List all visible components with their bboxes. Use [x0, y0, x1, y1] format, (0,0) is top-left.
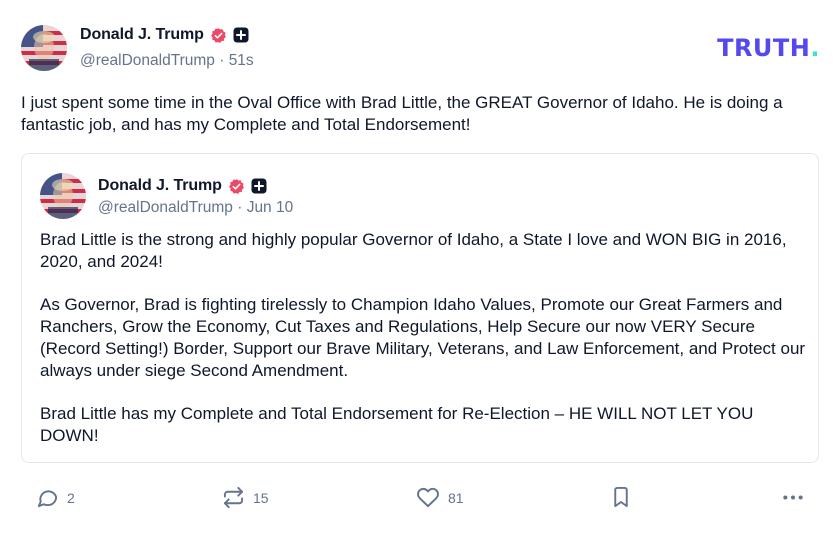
bookmark-icon — [611, 486, 631, 509]
heart-icon — [416, 486, 440, 509]
quoted-post-card[interactable]: Donald J. Trump @realDonaldTrump · Jun 1… — [21, 153, 819, 463]
logo-text: TRUTH — [717, 34, 811, 62]
author-handle-row: @realDonaldTrump · 51s — [80, 52, 254, 70]
author-handle[interactable]: @realDonaldTrump — [80, 52, 215, 69]
plus-badge-icon — [251, 178, 267, 194]
plus-badge-icon — [233, 27, 249, 43]
post-timestamp[interactable]: 51s — [229, 52, 254, 69]
separator-dot: · — [219, 52, 229, 69]
repost-button[interactable]: 15 — [222, 486, 269, 509]
author-name-row: Donald J. Trump — [80, 25, 249, 45]
reply-count: 2 — [67, 489, 75, 506]
reply-button[interactable]: 2 — [36, 486, 75, 509]
quoted-paragraph: Brad Little is the strong and highly pop… — [40, 230, 787, 271]
post-body: I just spent some time in the Oval Offic… — [21, 93, 783, 134]
logo-dot: . — [810, 34, 820, 62]
more-options-button[interactable] — [781, 486, 805, 509]
quoted-author-name[interactable]: Donald J. Trump — [98, 177, 222, 195]
verified-badge-icon — [228, 178, 245, 195]
like-button[interactable]: 81 — [416, 486, 464, 509]
quoted-avatar[interactable] — [40, 173, 86, 219]
quoted-author-handle[interactable]: @realDonaldTrump — [98, 199, 233, 216]
repost-count: 15 — [253, 489, 269, 506]
author-name[interactable]: Donald J. Trump — [80, 26, 204, 44]
separator-dot: · — [237, 199, 247, 216]
quoted-author-name-row: Donald J. Trump — [98, 176, 267, 196]
like-count: 81 — [448, 489, 464, 506]
post-action-bar: 2 15 81 — [0, 484, 840, 512]
quoted-post-body: Brad Little is the strong and highly pop… — [40, 229, 810, 447]
bookmark-button[interactable] — [611, 486, 631, 509]
truth-social-logo[interactable]: TRUTH. — [717, 34, 820, 62]
quoted-paragraph: Brad Little has my Complete and Total En… — [40, 404, 754, 446]
verified-badge-icon — [210, 27, 227, 44]
quoted-author-handle-row: @realDonaldTrump · Jun 10 — [98, 199, 293, 217]
avatar[interactable] — [21, 25, 67, 71]
quoted-post-timestamp[interactable]: Jun 10 — [247, 199, 294, 216]
reply-icon — [36, 486, 59, 509]
truth-post: Donald J. Trump @realDonaldTrump · 51s T… — [0, 0, 840, 535]
repost-icon — [222, 486, 245, 509]
more-icon — [781, 486, 805, 509]
quoted-paragraph: As Governor, Brad is fighting tirelessly… — [40, 295, 806, 380]
